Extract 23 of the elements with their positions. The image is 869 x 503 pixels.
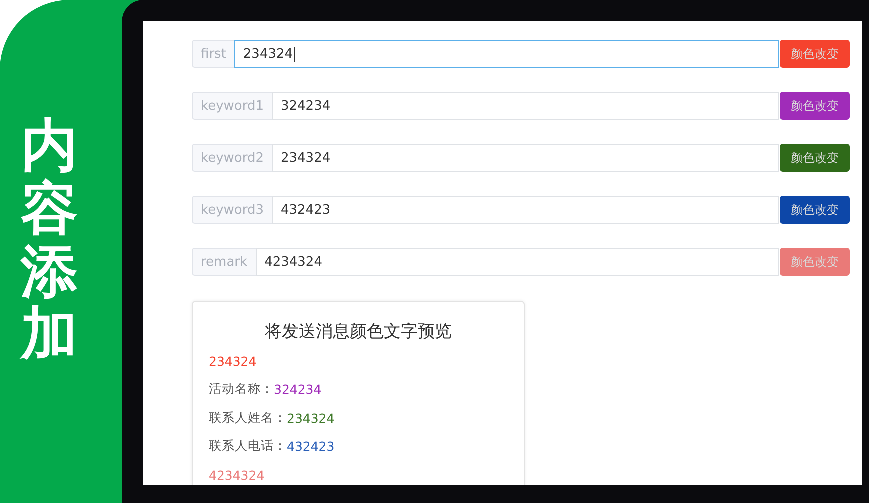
preview-value: 432423: [287, 439, 335, 454]
preview-title: 将发送消息颜色文字预览: [264, 322, 453, 342]
field-label: first: [192, 40, 234, 68]
color-change-button[interactable]: 颜色改变: [780, 92, 850, 120]
input-field[interactable]: 4234324: [256, 248, 779, 276]
color-change-button[interactable]: 颜色改变: [780, 144, 850, 172]
preview-label: 联系人电话：: [209, 438, 287, 456]
preview-label: 活动名称：: [209, 381, 274, 398]
input-field[interactable]: 432423: [272, 196, 779, 224]
preview-label: 联系人姓名：: [209, 410, 287, 427]
field-label: keyword1: [192, 92, 272, 120]
banner-title: 内容添加: [21, 115, 78, 366]
preview-value: 324234: [274, 382, 322, 398]
input-field[interactable]: 234324: [234, 40, 779, 68]
input-field[interactable]: 324234: [272, 92, 779, 120]
input-field[interactable]: 234324: [272, 144, 779, 172]
field-label: keyword3: [192, 196, 272, 224]
preview-value: 234324: [287, 410, 335, 426]
preview-value: 4234324: [209, 468, 265, 483]
field-label: remark: [192, 248, 256, 276]
color-change-button[interactable]: 颜色改变: [780, 196, 850, 224]
preview-value: 234324: [209, 354, 257, 369]
field-label: keyword2: [192, 144, 272, 172]
